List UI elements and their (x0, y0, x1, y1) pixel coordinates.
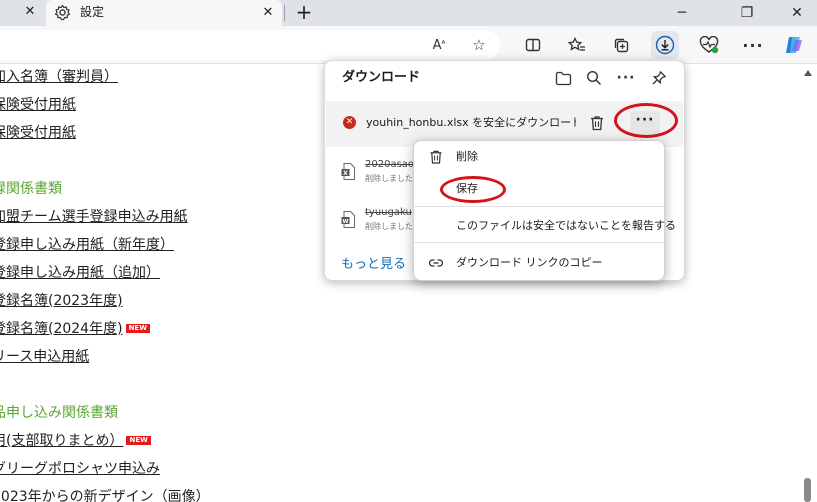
menu-item-label: ダウンロード リンクのコピー (456, 256, 603, 269)
window-close-button[interactable]: ✕ (782, 2, 812, 24)
tab-divider (284, 5, 285, 21)
download-status: 削除しました (365, 174, 413, 183)
download-filename[interactable]: 2020asao (365, 158, 414, 171)
close-tab-icon[interactable]: ✕ (260, 5, 276, 21)
trash-icon (430, 150, 442, 164)
see-more-link[interactable]: もっと見る (341, 257, 406, 273)
more-options-icon[interactable]: ··· (616, 68, 636, 88)
download-context-menu: 削除 保存 このファイルは安全ではないことを報告する ダウンロード リンクのコピ… (413, 140, 676, 281)
document-link[interactable]: 登録申し込み用紙（新年度） (0, 237, 174, 253)
restore-button[interactable]: ❐ (732, 2, 762, 24)
search-icon[interactable] (584, 68, 604, 88)
read-aloud-icon[interactable]: Aᴬ (428, 34, 450, 56)
document-link[interactable]: 登録名簿(2024年度) (0, 321, 123, 337)
download-button[interactable] (651, 31, 679, 59)
error-icon: ✕ (343, 116, 356, 129)
new-tab-button[interactable]: + (292, 2, 316, 24)
document-link[interactable]: 保険受付用紙 (0, 125, 76, 141)
favorite-star-icon[interactable]: ☆ (468, 34, 490, 56)
document-link[interactable]: 登録名簿(2023年度) (0, 293, 123, 309)
download-more-button[interactable]: ··· (630, 111, 660, 135)
collections-icon[interactable] (610, 34, 632, 56)
toolbar: Aᴬ ☆ ··· (0, 26, 817, 64)
document-link[interactable]: 用(支部取りまとめ） (0, 433, 123, 449)
menu-divider (414, 206, 664, 207)
menu-item-report-unsafe[interactable]: このファイルは安全ではないことを報告する (414, 213, 676, 239)
gear-icon (54, 4, 71, 21)
menu-item-label: 削除 (456, 150, 478, 163)
address-bar[interactable]: Aᴬ ☆ (0, 30, 500, 60)
download-status: 削除しました (365, 222, 413, 231)
trash-icon[interactable] (588, 114, 606, 132)
pin-icon[interactable] (649, 68, 669, 88)
document-link[interactable]: 加盟チーム選手登録申込み用紙 (0, 209, 188, 225)
link-icon (428, 259, 444, 267)
svg-text:X: X (343, 170, 348, 177)
browser-essentials-icon[interactable] (698, 34, 720, 56)
download-icon (655, 35, 675, 55)
document-link[interactable]: リース申込用紙 (0, 349, 89, 365)
more-icon[interactable]: ··· (742, 34, 764, 56)
menu-item-save[interactable]: 保存 (414, 176, 664, 202)
tab-settings[interactable]: 設定 ✕ (46, 0, 282, 26)
word-file-icon: W (341, 211, 355, 228)
copilot-icon[interactable] (783, 34, 805, 56)
previous-tab[interactable]: ✕ (0, 0, 46, 26)
scroll-thumb[interactable] (804, 478, 811, 502)
menu-item-label: 保存 (456, 182, 478, 195)
download-filename: youhin_honbu.xlsx を安全にダウンロードすることはできません (366, 116, 576, 129)
close-icon[interactable]: ✕ (22, 4, 38, 20)
section-heading: 録関係書類 (0, 181, 62, 197)
favorites-icon[interactable] (566, 34, 588, 56)
section-heading: 品申し込み関係書類 (0, 405, 118, 421)
new-badge: NEW (125, 324, 150, 333)
new-badge: NEW (126, 436, 151, 445)
excel-file-icon: X (341, 163, 355, 180)
vertical-scrollbar[interactable] (799, 64, 817, 502)
split-screen-icon[interactable] (522, 34, 544, 56)
document-link[interactable]: 2023年からの新デザイン（画像） (0, 489, 210, 502)
download-filename[interactable]: tyuugaku (365, 206, 412, 219)
open-folder-icon[interactable] (553, 68, 573, 88)
menu-divider (414, 242, 664, 243)
document-link[interactable]: 保険受付用紙 (0, 97, 76, 113)
tab-title: 設定 (80, 5, 105, 19)
menu-item-delete[interactable]: 削除 (414, 144, 664, 170)
menu-item-copy-link[interactable]: ダウンロード リンクのコピー (414, 250, 664, 276)
scroll-up-arrow[interactable] (804, 70, 812, 76)
document-link[interactable]: 加入名簿（審判員） (0, 69, 118, 85)
menu-item-label: このファイルは安全ではないことを報告する (456, 219, 676, 232)
downloads-title: ダウンロード (342, 70, 421, 85)
document-link[interactable]: グリーグポロシャツ申込み (0, 461, 160, 477)
document-link[interactable]: 登録申し込み用紙（追加） (0, 265, 160, 281)
minimize-button[interactable]: ─ (667, 2, 697, 24)
tab-strip: ✕ 設定 ✕ + ─ ❐ ✕ (0, 0, 817, 26)
svg-text:W: W (342, 219, 348, 225)
